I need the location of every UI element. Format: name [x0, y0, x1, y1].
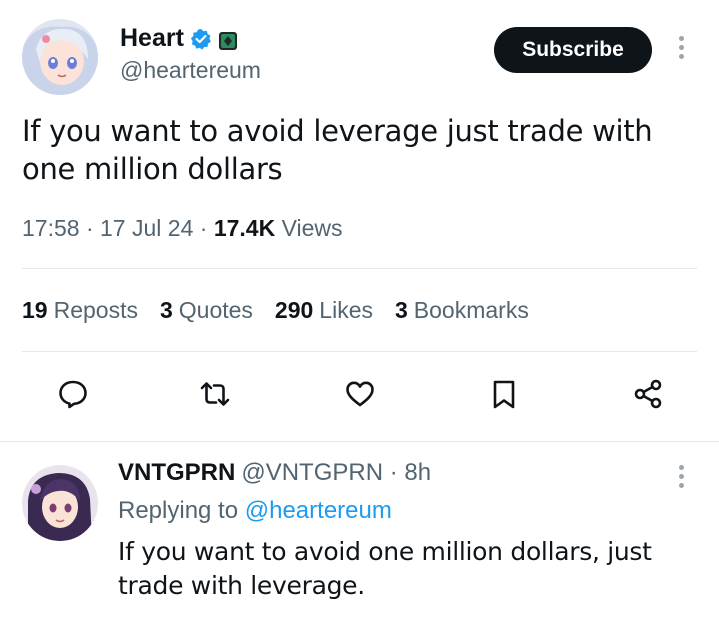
- divider: [22, 351, 697, 352]
- engagement-stats: 19 Reposts 3 Quotes 290 Likes 3 Bookmarks: [22, 297, 529, 324]
- author-name-row[interactable]: Heart: [120, 24, 238, 53]
- divider: [22, 268, 697, 269]
- reply-text: If you want to avoid one million dollars…: [118, 537, 652, 600]
- tweet-meta: 17:58 · 17 Jul 24 · 17.4K Views: [22, 215, 343, 242]
- verified-badge-icon: [190, 28, 212, 50]
- subscribe-button[interactable]: Subscribe: [494, 27, 652, 73]
- separator: ·: [199, 215, 208, 241]
- tweet-date[interactable]: 17 Jul 24: [100, 215, 193, 241]
- reply-icon[interactable]: [51, 372, 95, 416]
- repost-icon[interactable]: [193, 372, 237, 416]
- affiliate-badge-icon: [218, 29, 238, 50]
- reply-time[interactable]: 8h: [404, 459, 431, 486]
- more-options-icon[interactable]: [672, 36, 690, 66]
- bookmark-icon[interactable]: [482, 372, 526, 416]
- author-avatar[interactable]: [22, 19, 98, 95]
- author-handle[interactable]: @heartereum: [120, 57, 261, 84]
- reply-author-name[interactable]: VNTGPRN: [118, 459, 235, 486]
- bookmarks-stat[interactable]: 3 Bookmarks: [395, 297, 529, 324]
- reposts-stat[interactable]: 19 Reposts: [22, 297, 138, 324]
- reply-header: VNTGPRN @VNTGPRN · 8h: [118, 459, 431, 487]
- views-count: 17.4K: [213, 215, 276, 241]
- reply-author-handle[interactable]: @VNTGPRN: [241, 459, 383, 486]
- replying-to: Replying to @heartereum: [118, 497, 392, 525]
- likes-stat[interactable]: 290 Likes: [275, 297, 373, 324]
- action-bar: [0, 372, 719, 422]
- separator: ·: [389, 459, 398, 486]
- tweet-text: If you want to avoid leverage just trade…: [22, 114, 653, 186]
- author-name[interactable]: Heart: [120, 24, 184, 53]
- section-divider: [0, 441, 719, 442]
- like-icon[interactable]: [338, 372, 382, 416]
- quotes-stat[interactable]: 3 Quotes: [160, 297, 253, 324]
- replying-mention-link[interactable]: @heartereum: [245, 497, 392, 524]
- tweet-time[interactable]: 17:58: [22, 215, 80, 241]
- separator: ·: [85, 215, 94, 241]
- replying-label: Replying to: [118, 497, 239, 524]
- views-label: Views: [281, 215, 343, 241]
- reply-more-options-icon[interactable]: [672, 465, 690, 495]
- reply-author-avatar[interactable]: [22, 465, 98, 541]
- share-icon[interactable]: [626, 372, 670, 416]
